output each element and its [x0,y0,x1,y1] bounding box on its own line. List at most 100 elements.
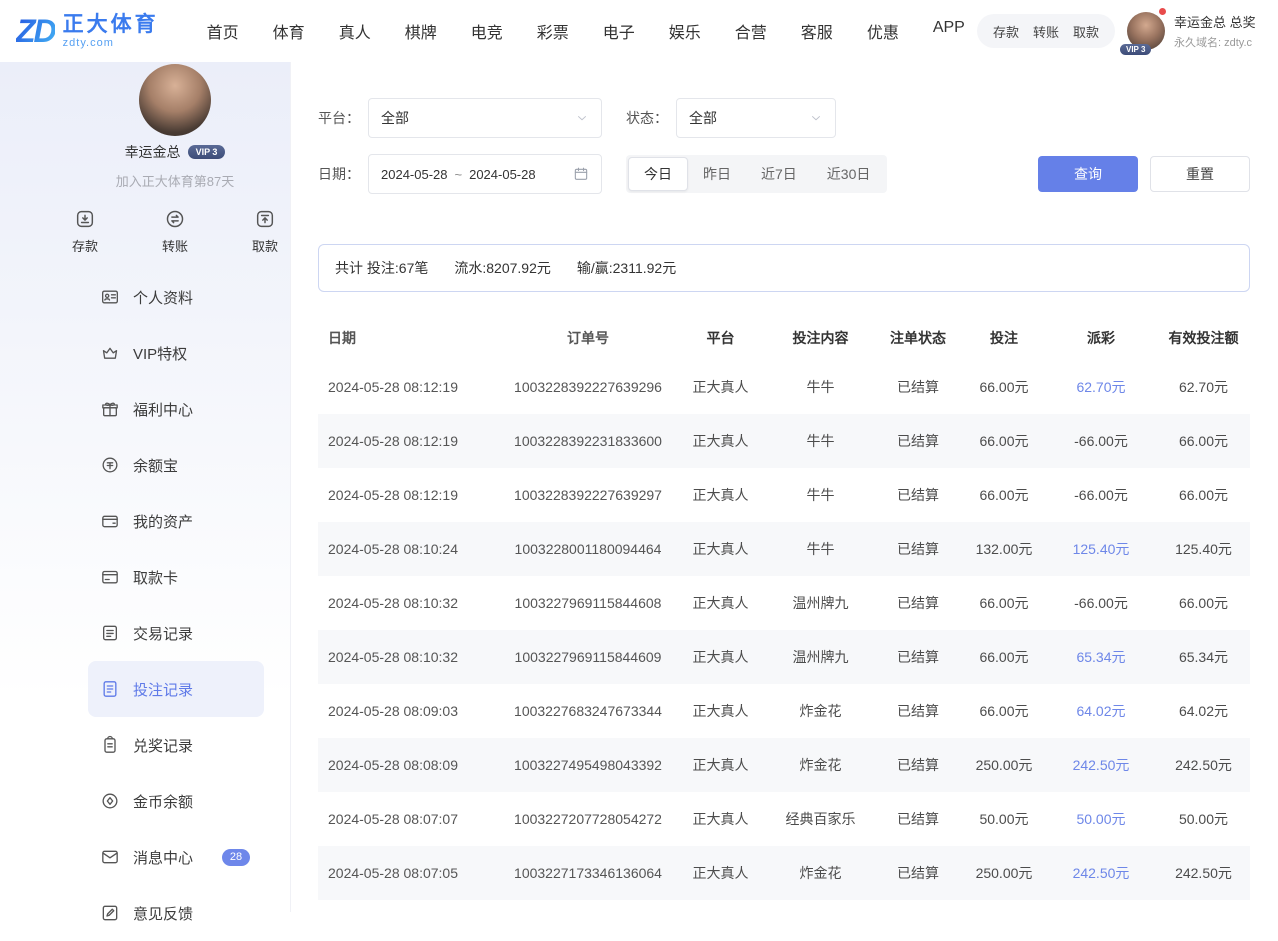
search-button[interactable]: 查询 [1038,156,1138,192]
cell-valid: 66.00元 [1157,431,1250,451]
date-range-separator: ~ [455,167,463,182]
crown-icon [100,343,120,363]
sidebar-item-label: 福利中心 [133,399,193,420]
cell-date: 2024-05-28 08:10:24 [318,541,503,557]
cell-bet: 66.00元 [963,485,1045,505]
wallet-link-0[interactable]: 存款 [993,22,1019,41]
sidebar-item-6[interactable]: 交易记录 [88,605,264,661]
sidebar-item-7[interactable]: 投注记录 [88,661,264,717]
cell-date: 2024-05-28 08:12:19 [318,433,503,449]
cell-order: 1003228392231833600 [503,433,673,449]
permanent-domain-note: 永久域名: zdty.c [1174,34,1268,50]
sidebar-item-5[interactable]: 取款卡 [88,549,264,605]
status-select-value: 全部 [689,108,809,128]
quick-action-2[interactable]: 取款 [252,208,278,255]
nav-item-10[interactable]: 优惠 [867,19,899,43]
gold-coin-icon [100,791,120,811]
quick-date-0[interactable]: 今日 [628,157,688,191]
sidebar-item-2[interactable]: 福利中心 [88,381,264,437]
sidebar-item-11[interactable]: 意见反馈 [88,885,264,941]
cell-payout: 125.40元 [1045,539,1157,559]
vip-badge: VIP 3 [1120,44,1151,55]
column-header-4: 注单状态 [873,328,963,348]
nav-item-9[interactable]: 客服 [801,19,833,43]
assets-icon [100,511,120,531]
cell-platform: 正大真人 [673,647,768,667]
nav-item-6[interactable]: 电子 [603,19,635,43]
sidebar-item-0[interactable]: 个人资料 [88,269,264,325]
avatar-wrap: VIP 3 [1127,12,1165,50]
cell-date: 2024-05-28 08:10:32 [318,595,503,611]
date-range-picker[interactable]: 2024-05-28 ~ 2024-05-28 [368,154,602,194]
cell-platform: 正大真人 [673,431,768,451]
sidebar-menu: 个人资料VIP特权福利中心余额宝我的资产取款卡交易记录投注记录兑奖记录金币余额消… [0,269,290,941]
sidebar-item-8[interactable]: 兑奖记录 [88,717,264,773]
feedback-icon [100,903,120,923]
sidebar-item-1[interactable]: VIP特权 [88,325,264,381]
cell-status: 已结算 [873,647,963,667]
platform-select-value: 全部 [381,108,575,128]
nav-item-2[interactable]: 真人 [339,19,371,43]
cell-date: 2024-05-28 08:10:32 [318,649,503,665]
nav-item-4[interactable]: 电竞 [471,19,503,43]
nav-item-11[interactable]: APP [933,19,965,43]
cell-platform: 正大真人 [673,755,768,775]
cell-order: 1003227969115844608 [503,595,673,611]
sidebar-item-9[interactable]: 金币余额 [88,773,264,829]
nav-item-5[interactable]: 彩票 [537,19,569,43]
nav-item-3[interactable]: 棋牌 [405,19,437,43]
user-chip[interactable]: VIP 3 幸运金总 总奖 永久域名: zdty.c [1127,12,1268,50]
sidebar-item-label: 我的资产 [133,511,193,532]
cell-status: 已结算 [873,755,963,775]
cell-valid: 242.50元 [1157,863,1250,883]
sidebar-item-10[interactable]: 消息中心28 [88,829,264,885]
brand-name: 正大体育 [63,13,159,36]
profile-avatar[interactable] [139,64,211,136]
cell-bet: 50.00元 [963,809,1045,829]
quick-date-1[interactable]: 昨日 [688,157,746,191]
nav-item-8[interactable]: 合营 [735,19,767,43]
user-meta: 幸运金总 总奖 永久域名: zdty.c [1174,12,1268,50]
table-row: 2024-05-28 08:10:241003228001180094464正大… [318,522,1250,576]
join-days-text: 加入正大体育第87天 [60,171,290,190]
cell-content: 牛牛 [768,485,873,505]
nav-item-7[interactable]: 娱乐 [669,19,701,43]
table-row: 2024-05-28 08:12:191003228392231833600正大… [318,414,1250,468]
date-from-value: 2024-05-28 [381,167,448,182]
column-header-5: 投注 [963,328,1045,348]
profile-vip-badge: VIP 3 [188,145,226,159]
sidebar-item-4[interactable]: 我的资产 [88,493,264,549]
column-header-0: 日期 [318,328,503,348]
table-row: 2024-05-28 08:07:071003227207728054272正大… [318,792,1250,846]
nav-item-1[interactable]: 体育 [273,19,305,43]
notification-dot [1159,8,1166,15]
table-header-row: 日期订单号平台投注内容注单状态投注派彩有效投注额 [318,316,1250,360]
brand-logo[interactable]: ZD 正大体育 zdty.com [16,13,159,50]
wallet-link-2[interactable]: 取款 [1073,22,1099,41]
cell-payout: 64.02元 [1045,701,1157,721]
unread-count-badge: 28 [222,849,250,866]
quick-action-0[interactable]: 存款 [72,208,98,255]
cell-order: 1003228392227639296 [503,379,673,395]
quick-date-3[interactable]: 近30日 [812,157,886,191]
quick-action-label: 转账 [162,236,188,255]
column-header-6: 派彩 [1045,328,1157,348]
wallet-link-1[interactable]: 转账 [1033,22,1059,41]
reset-button[interactable]: 重置 [1150,156,1250,192]
cell-platform: 正大真人 [673,485,768,505]
cell-date: 2024-05-28 08:09:03 [318,703,503,719]
bet-record-icon [100,679,120,699]
quick-action-1[interactable]: 转账 [162,208,188,255]
nav-item-0[interactable]: 首页 [207,19,239,43]
sidebar-item-3[interactable]: 余额宝 [88,437,264,493]
cell-bet: 250.00元 [963,863,1045,883]
cell-order: 1003227207728054272 [503,811,673,827]
status-select[interactable]: 全部 [676,98,836,138]
brand-domain: zdty.com [63,37,159,49]
filter-actions: 查询 重置 [1038,156,1250,192]
quick-date-2[interactable]: 近7日 [746,157,812,191]
withdraw-icon [254,208,276,230]
platform-select[interactable]: 全部 [368,98,602,138]
transaction-list-icon [100,623,120,643]
cell-content: 炸金花 [768,755,873,775]
